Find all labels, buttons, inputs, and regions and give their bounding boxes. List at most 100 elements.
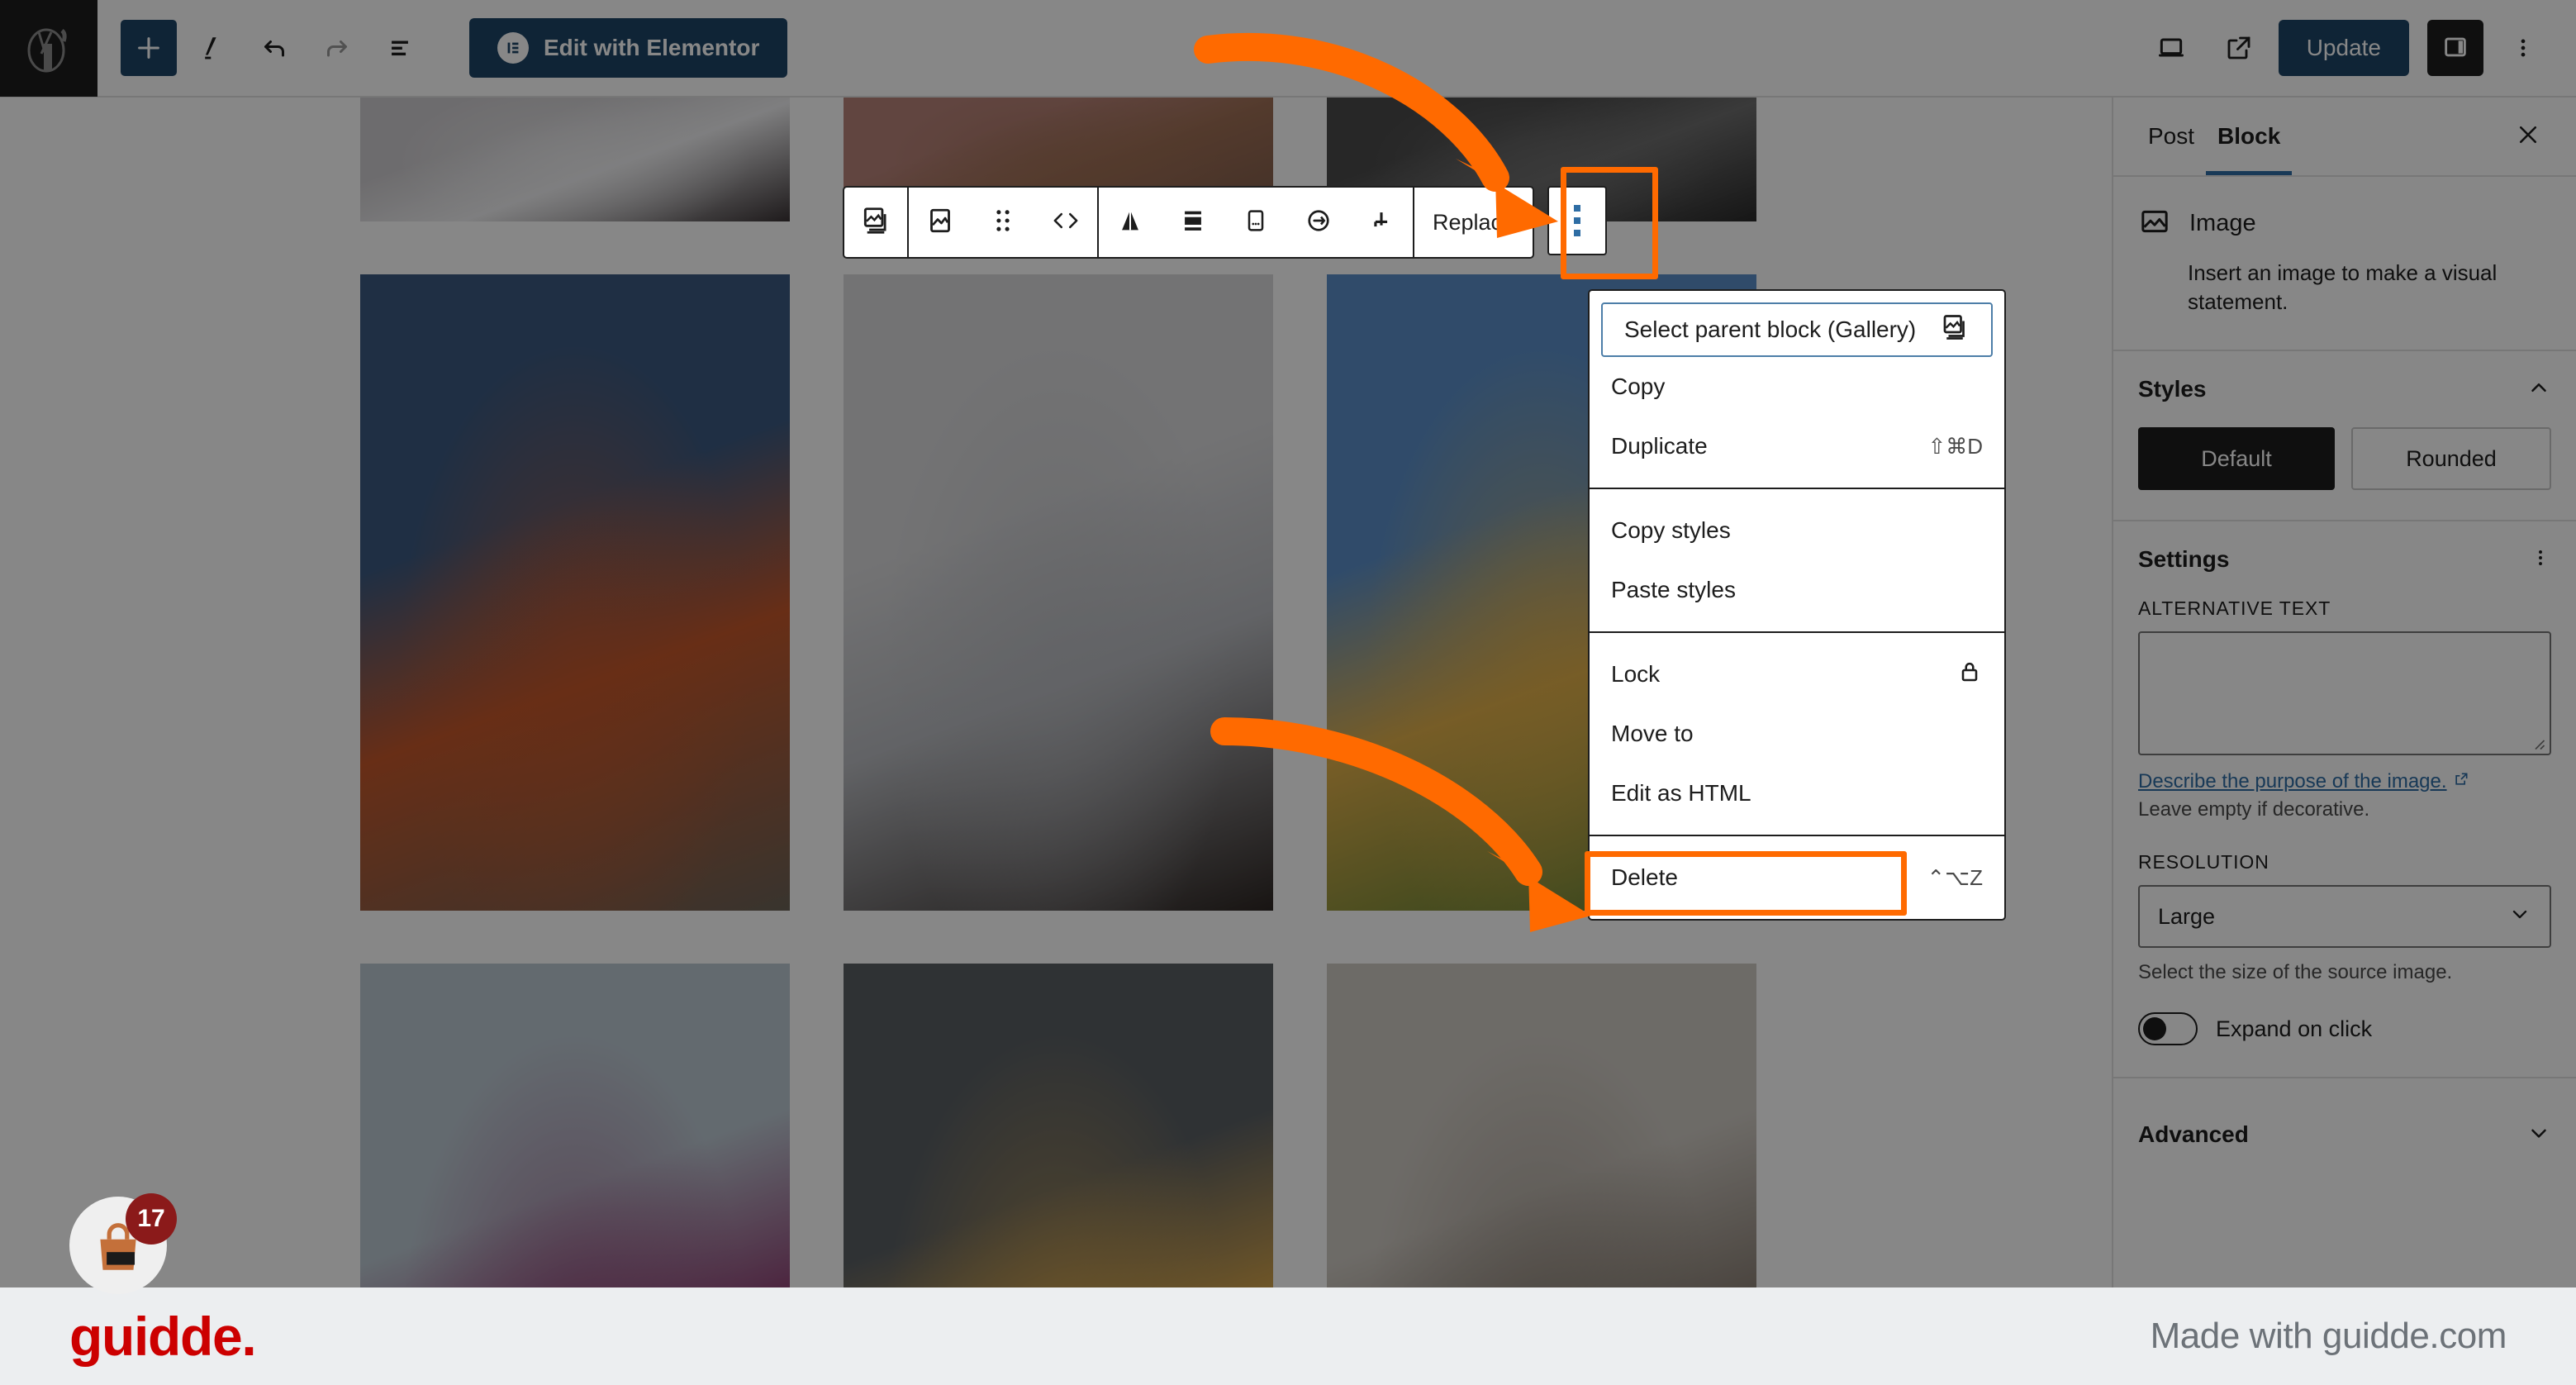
undo-button[interactable]: [246, 20, 302, 76]
update-button[interactable]: Update: [2278, 20, 2409, 76]
settings-sidebar-toggle[interactable]: [2427, 20, 2483, 76]
image-woman-hair-flying[interactable]: [844, 274, 1273, 911]
menu-item-copy-styles[interactable]: Copy styles: [1590, 501, 2004, 560]
image-white-dress[interactable]: [360, 98, 790, 221]
link-button[interactable]: [1287, 188, 1350, 257]
gallery-icon: [1940, 312, 1970, 348]
menu-item-lock[interactable]: Lock: [1590, 645, 2004, 704]
redo-button[interactable]: [309, 20, 365, 76]
style-option-rounded[interactable]: Rounded: [2351, 427, 2551, 491]
block-description: Insert an image to make a visual stateme…: [2188, 260, 2498, 315]
expand-on-click-row: Expand on click: [2113, 1012, 2576, 1079]
menu-item-label: Lock: [1611, 661, 1661, 687]
elementor-logo-icon: [497, 32, 529, 64]
menu-section: Delete ⌃⌥Z: [1590, 835, 2004, 919]
menu-item-label: Edit as HTML: [1611, 780, 1751, 806]
block-title: Image: [2189, 210, 2256, 236]
block-toolbar: Replace: [843, 186, 1608, 259]
image-thumbnail: [844, 274, 1273, 911]
crop-button[interactable]: [1099, 188, 1162, 257]
preview-button[interactable]: [2143, 20, 2199, 76]
menu-item-delete[interactable]: Delete ⌃⌥Z: [1590, 848, 2004, 907]
guidde-footer: guidde. Made with guidde.com: [0, 1287, 2576, 1385]
parent-block-group: [843, 186, 909, 259]
move-block-button[interactable]: [1034, 188, 1097, 257]
gallery-grid: [360, 98, 1765, 1287]
menu-item-move-to[interactable]: Move to: [1590, 704, 2004, 764]
add-caption-icon: [1243, 207, 1269, 238]
alt-text-input[interactable]: [2138, 631, 2551, 756]
block-options-button[interactable]: [1547, 186, 1608, 255]
describe-purpose-link[interactable]: Describe the purpose of the image.: [2113, 770, 2494, 793]
redo-arrow-icon: [322, 33, 352, 63]
screen-root: Edit with Elementor Update Post Block Im…: [0, 0, 2576, 1385]
align-full-icon: [1179, 207, 1207, 239]
more-tools-button[interactable]: [1350, 188, 1413, 257]
top-bar-left-tools: Edit with Elementor: [97, 18, 788, 78]
menu-item-label: Copy: [1611, 374, 1666, 399]
drag-handle-icon: [992, 207, 1014, 239]
select-parent-gallery-button[interactable]: [844, 188, 907, 257]
three-dots-vertical-icon[interactable]: [2530, 547, 2551, 573]
edit-with-elementor-button[interactable]: Edit with Elementor: [469, 18, 788, 78]
crop-tool-icon: [1116, 207, 1144, 239]
menu-item-edit-as-html[interactable]: Edit as HTML: [1590, 764, 2004, 823]
move-chevrons-icon: [1048, 207, 1083, 239]
external-link-icon: [2224, 33, 2254, 63]
expand-on-click-toggle[interactable]: [2138, 1012, 2198, 1046]
more-options-button[interactable]: [2495, 20, 2551, 76]
image-man-orange-tank[interactable]: [360, 274, 790, 911]
pencil-edit-icon: [197, 34, 226, 62]
menu-section: Select parent block (Gallery) Copy Duplica…: [1590, 291, 2004, 488]
image-man-portrait-bw[interactable]: [1327, 964, 1756, 1287]
image-woman-yellow-dress[interactable]: [844, 964, 1273, 1287]
add-block-button[interactable]: [121, 20, 177, 76]
styles-options: Default Rounded: [2113, 427, 2576, 522]
top-bar-right-tools: Update: [2143, 20, 2576, 76]
advanced-section-header[interactable]: Advanced: [2113, 1097, 2576, 1173]
gallery-parent-icon: [860, 205, 891, 240]
menu-item-label: Move to: [1611, 721, 1694, 746]
menu-item-duplicate[interactable]: Duplicate ⇧⌘D: [1590, 416, 2004, 476]
tab-block[interactable]: Block: [2206, 98, 2292, 175]
styles-section-header[interactable]: Styles: [2113, 351, 2576, 427]
menu-item-label: Copy styles: [1611, 517, 1731, 543]
close-x-icon: [2516, 122, 2540, 151]
block-type-image-button[interactable]: [909, 188, 972, 257]
menu-item-select-parent-block-gallery[interactable]: Select parent block (Gallery): [1601, 302, 1993, 357]
lock-icon: [1956, 659, 1983, 691]
guidde-logo: guidde.: [69, 1306, 257, 1367]
menu-item-paste-styles[interactable]: Paste styles: [1590, 560, 2004, 620]
chevron-down-icon[interactable]: [2526, 1121, 2551, 1149]
more-tools-icon: [1367, 207, 1395, 239]
image-tools-group: [1099, 186, 1414, 259]
styles-section-title: Styles: [2138, 376, 2207, 402]
image-woman-purple-beach[interactable]: [360, 964, 790, 1287]
replace-button[interactable]: Replace: [1414, 186, 1535, 259]
view-site-button[interactable]: [2211, 20, 2267, 76]
edit-with-elementor-label: Edit with Elementor: [544, 35, 760, 60]
tools-button[interactable]: [183, 20, 240, 76]
site-logo-button[interactable]: [0, 0, 97, 97]
chevron-up-icon[interactable]: [2526, 375, 2551, 404]
list-view-button[interactable]: [372, 20, 428, 76]
image-block-icon: [2138, 205, 2171, 242]
gallery-block[interactable]: [360, 98, 1765, 1287]
block-options-dropdown: Select parent block (Gallery) Copy Duplica…: [1588, 289, 2006, 921]
editor-top-bar: Edit with Elementor Update: [0, 0, 2576, 98]
three-dots-vertical-icon: [1574, 205, 1581, 236]
tab-post[interactable]: Post: [2136, 98, 2206, 175]
cart-widget[interactable]: 17: [69, 1193, 177, 1294]
expand-on-click-label: Expand on click: [2216, 1016, 2373, 1041]
undo-arrow-icon: [259, 33, 289, 63]
align-button[interactable]: [1162, 188, 1224, 257]
advanced-section-title: Advanced: [2138, 1121, 2249, 1148]
add-caption-button[interactable]: [1224, 188, 1287, 257]
image-thumbnail: [844, 964, 1273, 1287]
resolution-select[interactable]: Large: [2138, 885, 2551, 949]
style-option-default[interactable]: Default: [2138, 427, 2335, 491]
close-sidebar-button[interactable]: [2503, 112, 2553, 161]
toggle-knob: [2143, 1017, 2166, 1041]
menu-item-copy[interactable]: Copy: [1590, 357, 2004, 416]
drag-handle-button[interactable]: [972, 188, 1034, 257]
